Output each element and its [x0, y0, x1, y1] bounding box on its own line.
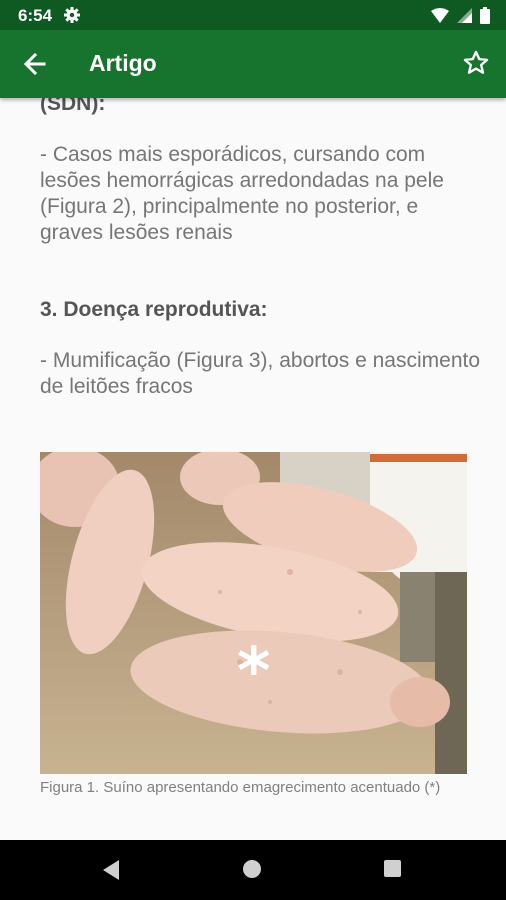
- app-title: Artigo: [89, 50, 157, 76]
- paragraph-reproductive: - Mumificação (Figura 3), abortos e nasc…: [40, 349, 481, 398]
- system-nav-bar: [0, 840, 506, 900]
- figure-caption: Figura 1. Suíno apresentando emagrecimen…: [40, 779, 441, 796]
- signal-icon: [457, 8, 472, 28]
- app-bar: Artigo: [0, 30, 506, 98]
- pig-illustration: [40, 452, 467, 774]
- favorite-star-icon[interactable]: [462, 49, 490, 77]
- article-content[interactable]: (SDN): - Casos mais esporádicos, cursand…: [0, 98, 506, 840]
- settings-gear-icon: [64, 7, 80, 28]
- back-arrow-icon[interactable]: [22, 50, 50, 78]
- status-time: 6:54: [18, 6, 53, 25]
- status-bar: 6:54: [0, 0, 506, 30]
- paragraph-skin-lesions: - Casos mais esporádicos, cursando com l…: [40, 143, 444, 244]
- figure-marker-asterisk: *: [237, 635, 271, 709]
- figure-pig-photo[interactable]: *: [40, 452, 467, 774]
- nav-recents-square-icon[interactable]: [384, 860, 401, 877]
- nav-back-triangle-icon[interactable]: [101, 859, 121, 886]
- section-title-reproductive: 3. Doença reprodutiva:: [40, 298, 268, 321]
- nav-home-circle-icon[interactable]: [243, 860, 261, 878]
- section-heading-partial: (SDN):: [40, 98, 106, 115]
- wifi-icon: [431, 8, 449, 28]
- battery-icon: [480, 7, 490, 29]
